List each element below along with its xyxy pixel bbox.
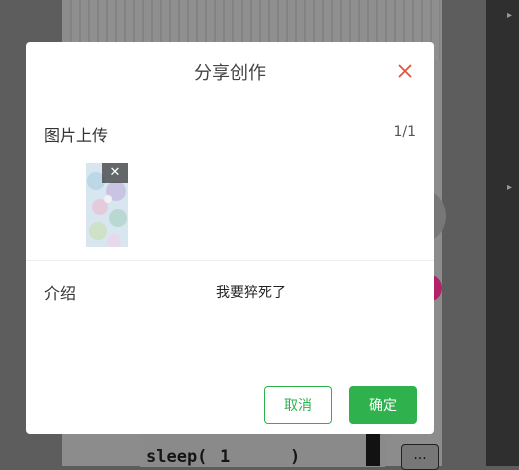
background-bar xyxy=(366,430,380,466)
more-button: ... xyxy=(401,444,439,470)
confirm-button[interactable]: 确定 xyxy=(349,386,417,424)
chevron-right-icon: ▸ xyxy=(507,182,513,193)
code-token: sleep( xyxy=(146,447,208,467)
background-code-block: sleep( 1 ) xyxy=(140,430,385,467)
uploaded-image-thumbnail[interactable]: ✕ xyxy=(86,163,128,247)
image-count: 1/1 xyxy=(393,124,416,140)
intro-text[interactable]: 我要猝死了 xyxy=(216,282,286,302)
share-dialog: 分享创作 图片上传 1/1 ✕ 介绍 我要猝死了 取消 确定 xyxy=(26,42,434,434)
code-token: 1 xyxy=(220,447,231,467)
intro-label: 介绍 xyxy=(44,284,77,303)
divider xyxy=(26,260,434,261)
close-icon[interactable] xyxy=(394,60,416,82)
cancel-button[interactable]: 取消 xyxy=(264,386,332,424)
image-upload-label: 图片上传 xyxy=(44,126,109,145)
chevron-right-icon: ▸ xyxy=(507,10,513,21)
dialog-title: 分享创作 xyxy=(194,63,266,84)
remove-image-button[interactable]: ✕ xyxy=(102,163,128,183)
code-token: ) xyxy=(290,447,301,467)
background-right-panel xyxy=(486,0,519,466)
